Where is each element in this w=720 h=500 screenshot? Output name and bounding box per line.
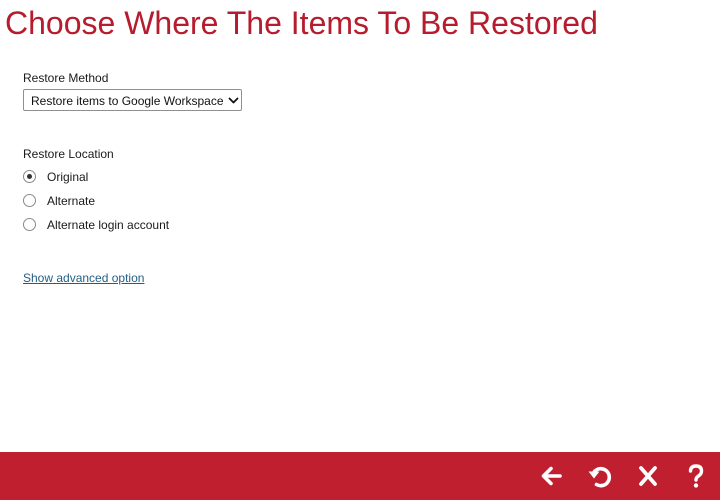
restore-icon: [588, 466, 612, 488]
chevron-down-icon: [228, 97, 239, 104]
radio-original[interactable]: Original: [23, 169, 223, 185]
footer-bar: [0, 452, 720, 500]
help-button[interactable]: [682, 462, 710, 490]
radio-label-original: Original: [47, 170, 89, 184]
cancel-button[interactable]: [634, 462, 662, 490]
restore-method-selected-value: Restore items to Google Workspace: [31, 94, 224, 108]
restore-method-label: Restore Method: [23, 71, 109, 85]
close-icon: [639, 466, 657, 486]
page-title: Choose Where The Items To Be Restored: [5, 5, 598, 41]
radio-button-alternate[interactable]: [23, 194, 36, 207]
restore-button[interactable]: [586, 462, 614, 490]
radio-button-alternate-login-account[interactable]: [23, 218, 36, 231]
restore-method-select[interactable]: Restore items to Google Workspace: [23, 89, 242, 111]
radio-label-alternate-login-account: Alternate login account: [47, 218, 170, 232]
show-advanced-option-link[interactable]: Show advanced option: [23, 271, 144, 285]
radio-button-original[interactable]: [23, 170, 36, 183]
radio-label-alternate: Alternate: [47, 194, 96, 208]
restore-location-label: Restore Location: [23, 147, 114, 161]
radio-alternate-login-account[interactable]: Alternate login account: [23, 217, 223, 233]
arrow-left-icon: [541, 466, 562, 486]
radio-alternate[interactable]: Alternate: [23, 193, 223, 209]
back-button[interactable]: [537, 462, 565, 490]
help-icon: [688, 464, 704, 488]
